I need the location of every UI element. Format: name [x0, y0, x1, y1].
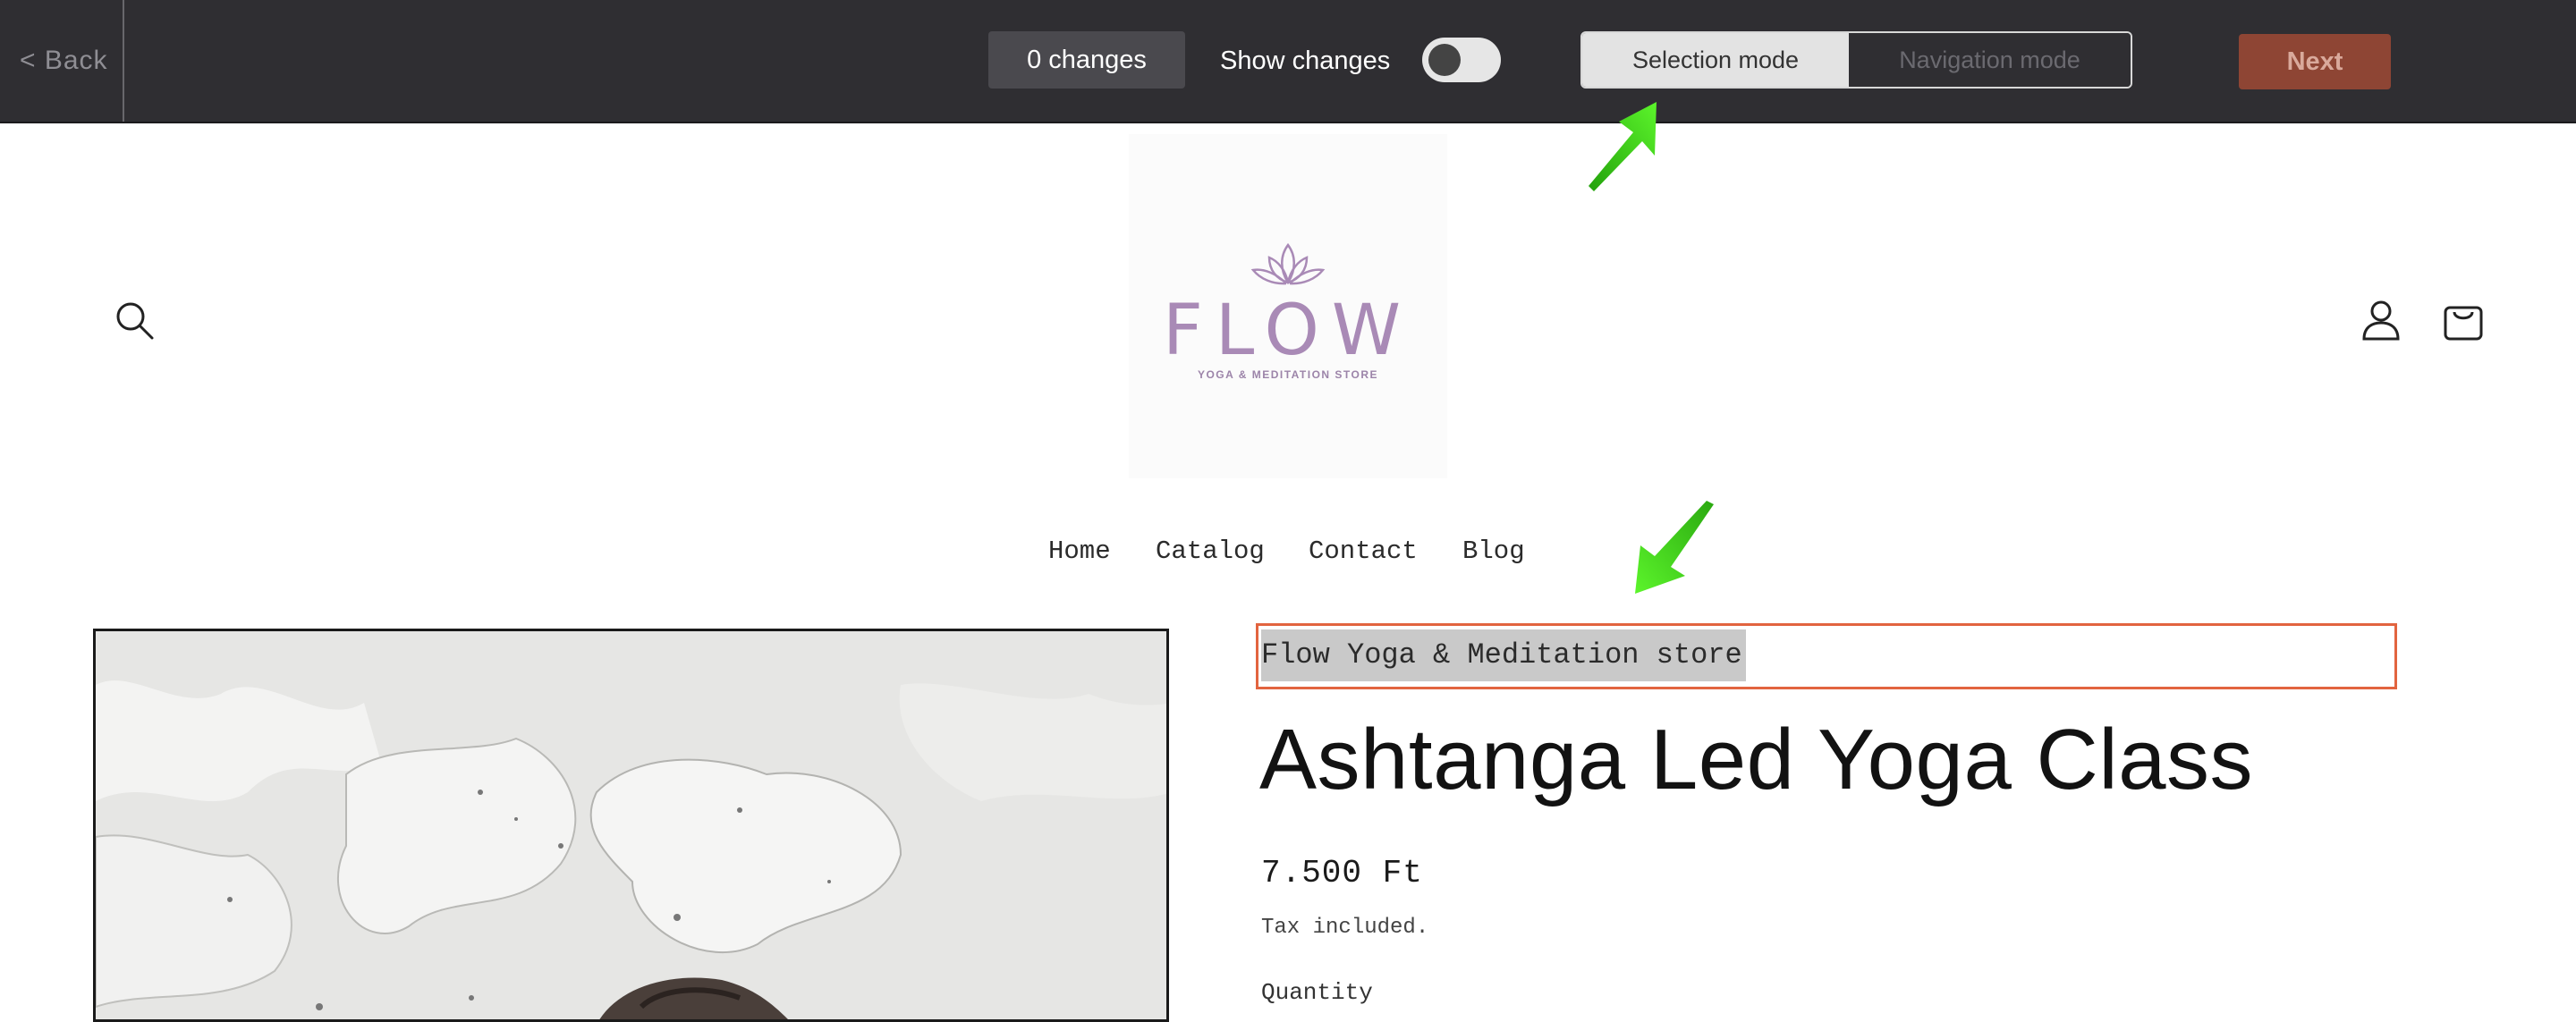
search-icon[interactable] [113, 299, 156, 342]
nav-catalog[interactable]: Catalog [1156, 536, 1265, 572]
logo-tagline: YOGA & MEDITATION STORE [1197, 368, 1379, 381]
show-changes-label: Show changes [1220, 46, 1391, 75]
changes-counter-button[interactable]: 0 changes [988, 31, 1185, 89]
product-vendor[interactable]: Flow Yoga & Meditation store [1261, 629, 1746, 681]
cart-icon[interactable] [2443, 299, 2484, 342]
toggle-knob [1428, 44, 1461, 76]
toolbar-divider [123, 0, 124, 122]
product-price: 7.500 Ft [1261, 855, 1423, 891]
quantity-label: Quantity [1261, 979, 1373, 1006]
back-button[interactable]: < Back [20, 39, 108, 82]
annotation-arrow-icon [1628, 501, 1717, 599]
next-button[interactable]: Next [2239, 34, 2391, 89]
nav-home[interactable]: Home [1048, 536, 1111, 572]
show-changes-toggle[interactable] [1422, 38, 1501, 82]
navigation-mode-button[interactable]: Navigation mode [1849, 33, 2131, 87]
account-icon[interactable] [2361, 299, 2401, 342]
editor-toolbar: < Back 0 changes Show changes Selection … [0, 0, 2576, 123]
tax-note: Tax included. [1261, 916, 1429, 940]
nav-contact[interactable]: Contact [1309, 536, 1418, 572]
product-image[interactable] [93, 629, 1169, 1022]
mode-switch: Selection mode Navigation mode [1580, 31, 2132, 89]
product-title: Ashtanga Led Yoga Class [1259, 712, 2254, 807]
annotation-arrow-icon [1583, 97, 1673, 195]
lotus-icon [1250, 240, 1326, 290]
logo-wordmark: FLOW [1162, 291, 1414, 371]
nav-blog[interactable]: Blog [1462, 536, 1525, 572]
selection-mode-button[interactable]: Selection mode [1582, 33, 1849, 87]
